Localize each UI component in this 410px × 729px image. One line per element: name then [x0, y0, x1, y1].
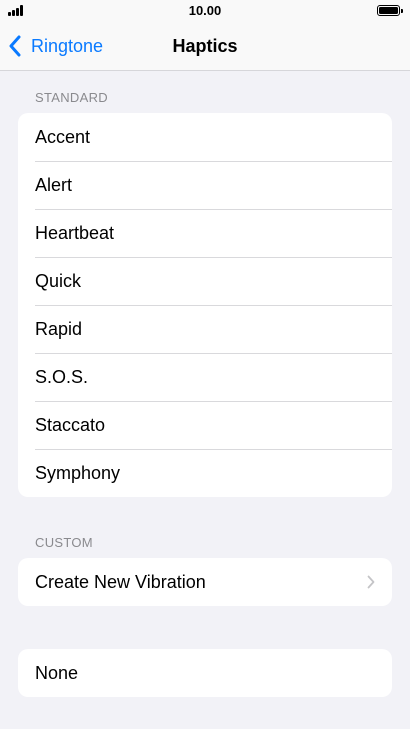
haptic-option-label: S.O.S.: [35, 366, 89, 387]
status-time: 10.00: [188, 3, 222, 18]
haptic-option-label: Accent: [35, 126, 91, 147]
haptic-option-none[interactable]: None: [18, 649, 392, 697]
status-bar: 10.00: [0, 0, 410, 22]
navigation-bar: Ringtone Haptics: [0, 22, 410, 71]
standard-haptics-list: Accent Alert Heartbeat Quick Rapid S.O.S. Stac…: [18, 113, 392, 497]
create-new-vibration-label: Create New Vibration: [35, 571, 206, 592]
haptic-option-none-label: None: [35, 662, 79, 683]
haptic-option-label: Symphony: [35, 462, 121, 483]
haptic-option-label: Heartbeat: [35, 222, 115, 243]
haptic-option-label: Staccato: [35, 414, 106, 435]
page-title: Haptics: [172, 36, 238, 56]
section-header-custom: CUSTOM: [35, 535, 93, 550]
haptic-option-label: Quick: [35, 270, 82, 291]
custom-haptics-list: Create New Vibration: [18, 558, 392, 606]
chevron-right-icon: [367, 575, 375, 589]
haptic-option-alert[interactable]: Alert: [18, 161, 392, 209]
haptic-option-symphony[interactable]: Symphony: [18, 449, 392, 497]
create-new-vibration-row[interactable]: Create New Vibration: [18, 558, 392, 606]
section-header-standard: STANDARD: [35, 90, 108, 105]
haptic-option-staccato[interactable]: Staccato: [18, 401, 392, 449]
haptic-option-quick[interactable]: Quick: [18, 257, 392, 305]
haptic-option-heartbeat[interactable]: Heartbeat: [18, 209, 392, 257]
haptic-option-label: Rapid: [35, 318, 83, 339]
none-haptic-list: None: [18, 649, 392, 697]
haptic-option-accent[interactable]: Accent: [18, 113, 392, 161]
battery-icon: [377, 5, 403, 16]
haptic-option-s-o-s[interactable]: S.O.S.: [18, 353, 392, 401]
haptic-option-rapid[interactable]: Rapid: [18, 305, 392, 353]
haptic-option-label: Alert: [35, 174, 73, 195]
